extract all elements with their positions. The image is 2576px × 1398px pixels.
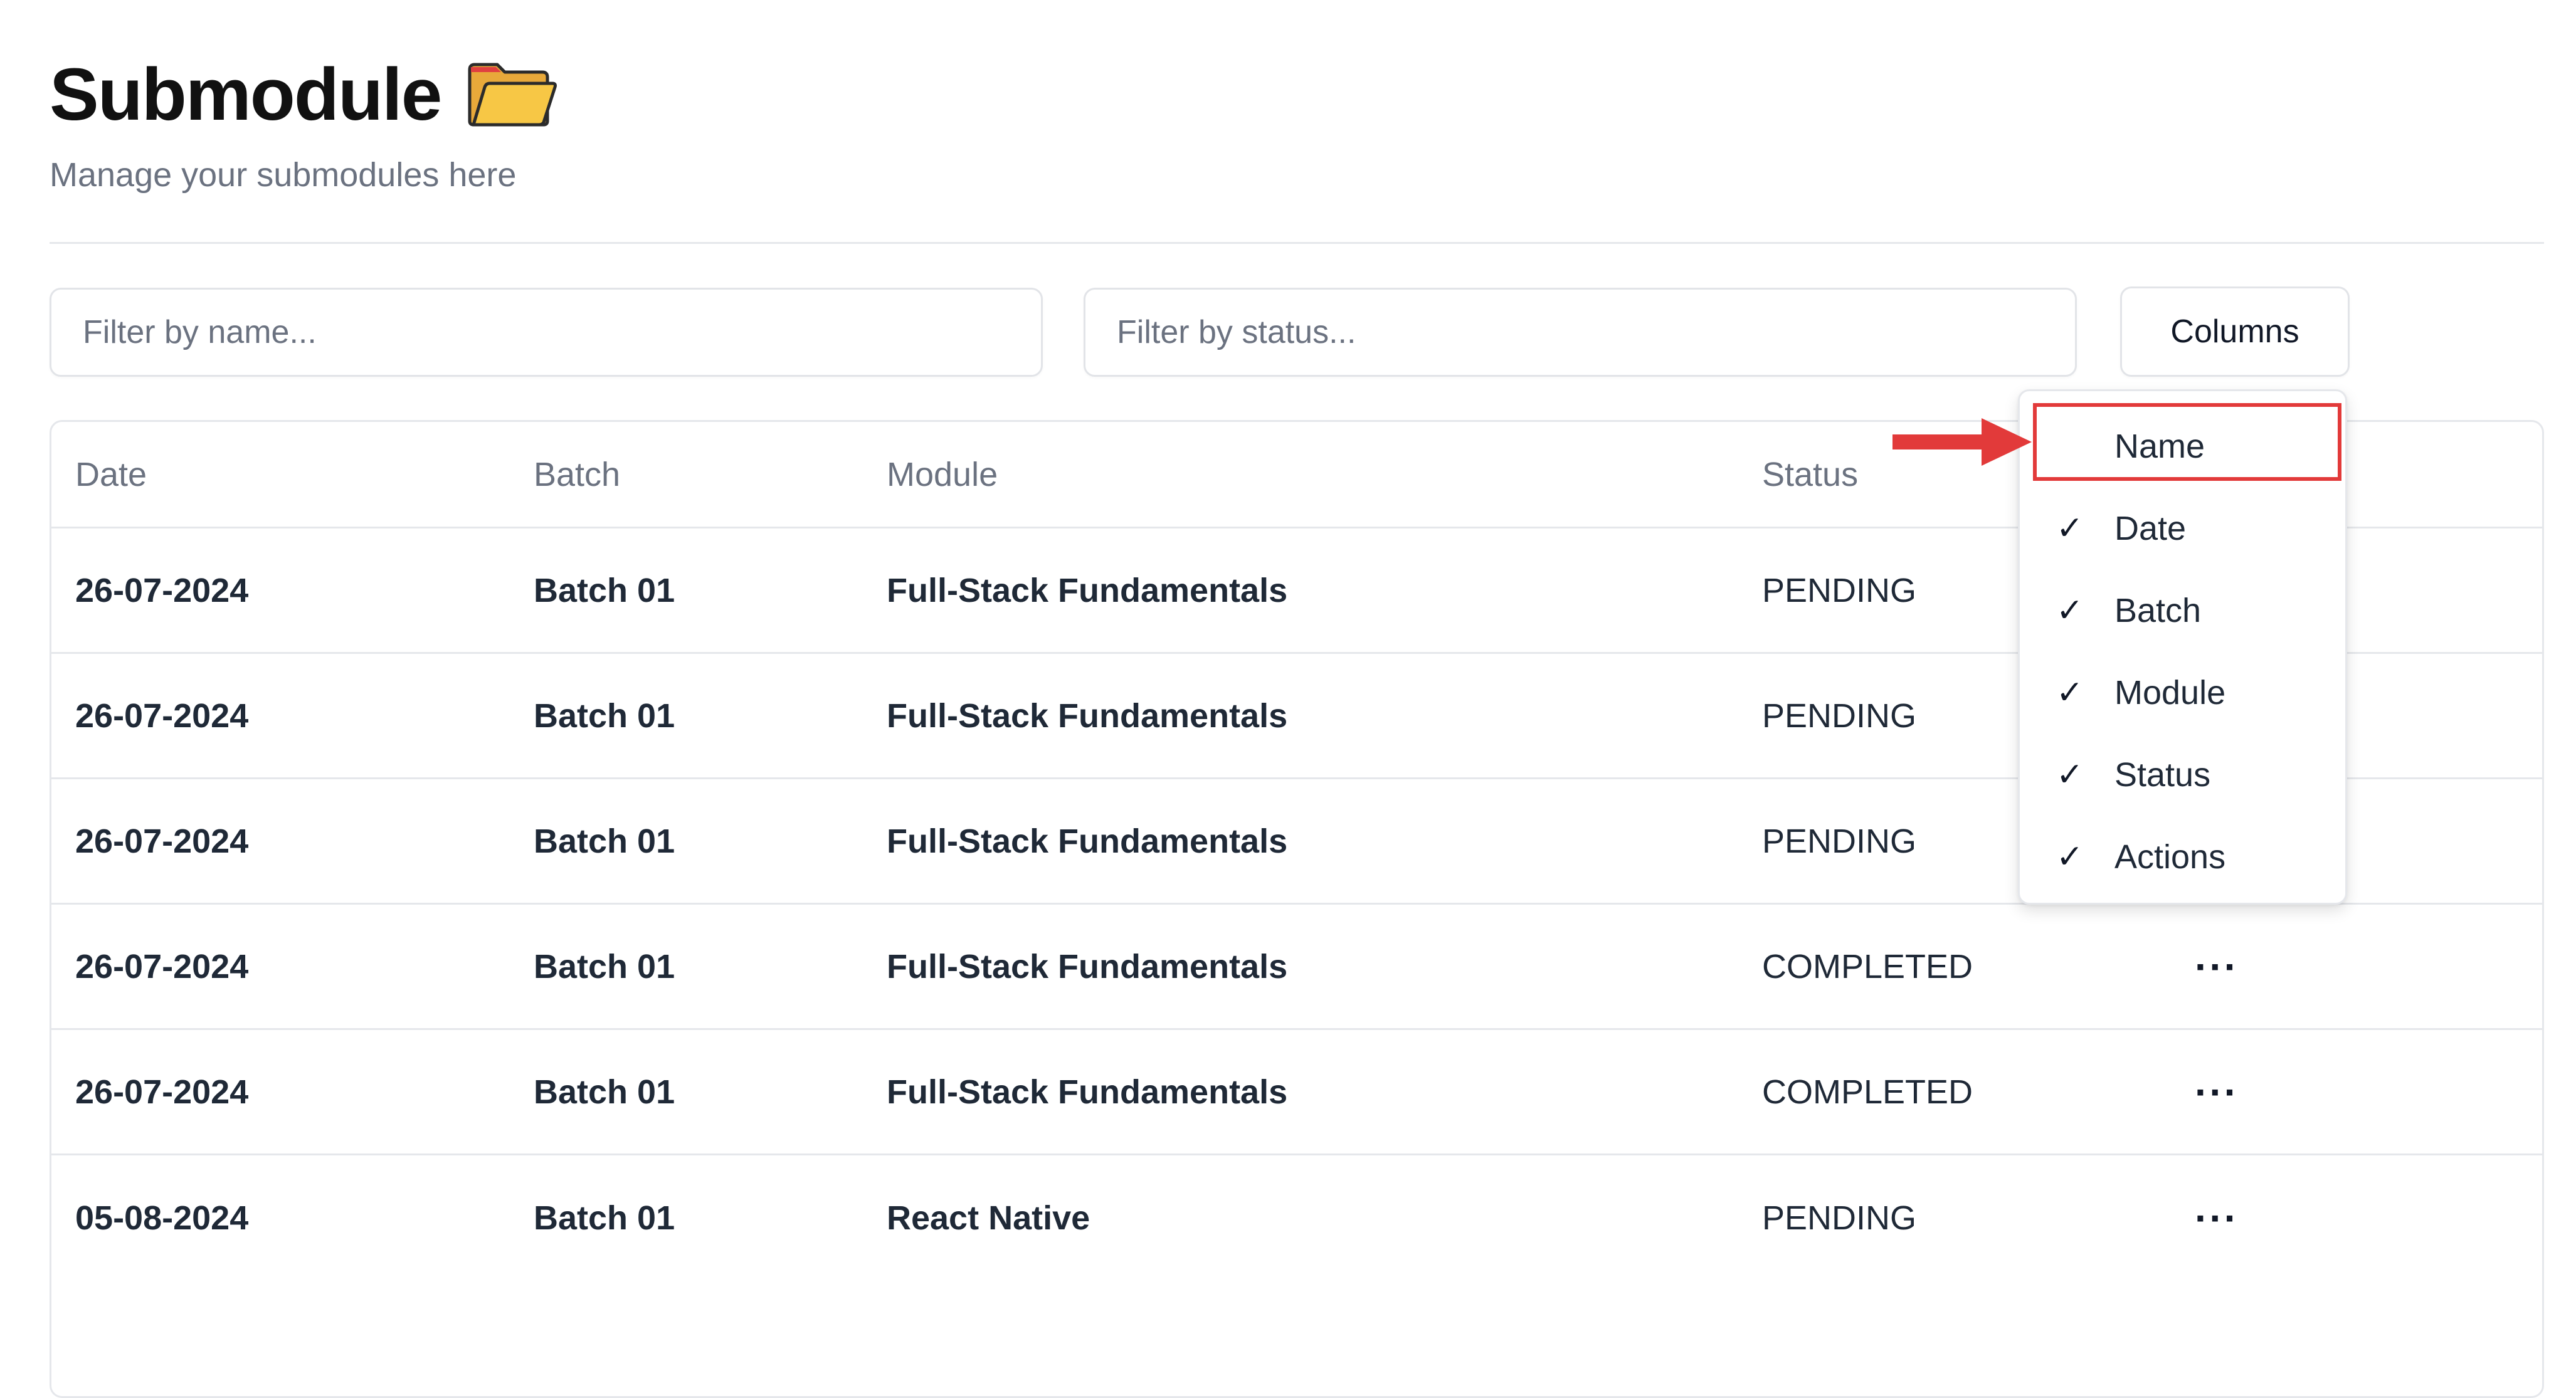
annotation-highlight-box bbox=[2033, 403, 2341, 481]
column-toggle-batch[interactable]: ✓ Batch bbox=[2020, 569, 2345, 651]
column-toggle-status[interactable]: ✓ Status bbox=[2020, 733, 2345, 816]
cell-status: PENDING bbox=[1762, 1199, 1917, 1237]
page: Submodule Manage your submodules here Co… bbox=[0, 0, 2576, 1398]
check-icon: ✓ bbox=[2056, 838, 2084, 875]
cell-batch: Batch 01 bbox=[534, 571, 675, 609]
more-horizontal-icon[interactable]: ··· bbox=[2195, 947, 2239, 987]
cell-status: COMPLETED bbox=[1762, 1073, 1973, 1111]
cell-module: Full-Stack Fundamentals bbox=[887, 571, 1288, 609]
folder-icon bbox=[467, 61, 557, 129]
check-icon: ✓ bbox=[2056, 592, 2084, 629]
cell-batch: Batch 01 bbox=[534, 822, 675, 860]
check-icon: ✓ bbox=[2056, 510, 2084, 547]
column-toggle-label: Actions bbox=[2114, 838, 2226, 876]
cell-batch: Batch 01 bbox=[534, 696, 675, 735]
title-row: Submodule bbox=[50, 58, 557, 132]
cell-batch: Batch 01 bbox=[534, 1073, 675, 1111]
column-toggle-label: Module bbox=[2114, 673, 2226, 712]
check-icon: ✓ bbox=[2056, 674, 2084, 711]
header-batch[interactable]: Batch bbox=[534, 422, 620, 527]
column-toggle-actions[interactable]: ✓ Actions bbox=[2020, 816, 2345, 898]
columns-button[interactable]: Columns bbox=[2120, 286, 2350, 377]
filter-name-input[interactable] bbox=[50, 288, 1043, 377]
cell-status: PENDING bbox=[1762, 822, 1917, 860]
table-row[interactable]: 26-07-2024 Batch 01 Full-Stack Fundament… bbox=[51, 1030, 2542, 1155]
header-module[interactable]: Module bbox=[887, 422, 998, 527]
cell-module: Full-Stack Fundamentals bbox=[887, 696, 1288, 735]
cell-module: Full-Stack Fundamentals bbox=[887, 1073, 1288, 1111]
column-toggle-label: Batch bbox=[2114, 591, 2202, 629]
page-title: Submodule bbox=[50, 53, 442, 136]
row-actions-button[interactable]: ··· bbox=[2195, 905, 2239, 1028]
cell-module: Full-Stack Fundamentals bbox=[887, 947, 1288, 985]
red-arrow-icon bbox=[1892, 418, 2032, 466]
filter-status-input[interactable] bbox=[1084, 288, 2077, 377]
cell-batch: Batch 01 bbox=[534, 1199, 675, 1237]
cell-module: React Native bbox=[887, 1199, 1090, 1237]
column-toggle-label: Date bbox=[2114, 509, 2187, 547]
cell-date: 26-07-2024 bbox=[75, 822, 249, 860]
cell-date: 26-07-2024 bbox=[75, 571, 249, 609]
header-divider bbox=[50, 242, 2544, 244]
cell-module: Full-Stack Fundamentals bbox=[887, 822, 1288, 860]
cell-date: 26-07-2024 bbox=[75, 1073, 249, 1111]
row-actions-button[interactable]: ··· bbox=[2195, 1030, 2239, 1154]
column-toggle-module[interactable]: ✓ Module bbox=[2020, 651, 2345, 733]
table-row[interactable]: 05-08-2024 Batch 01 React Native PENDING… bbox=[51, 1155, 2542, 1281]
cell-date: 26-07-2024 bbox=[75, 696, 249, 735]
check-icon: ✓ bbox=[2056, 756, 2084, 793]
column-toggle-label: Status bbox=[2114, 755, 2211, 794]
cell-status: PENDING bbox=[1762, 696, 1917, 735]
header-status[interactable]: Status bbox=[1762, 422, 1858, 527]
cell-status: PENDING bbox=[1762, 571, 1917, 609]
more-horizontal-icon[interactable]: ··· bbox=[2195, 1072, 2239, 1112]
column-toggle-date[interactable]: ✓ Date bbox=[2020, 487, 2345, 569]
cell-date: 05-08-2024 bbox=[75, 1199, 249, 1237]
page-subtitle: Manage your submodules here bbox=[50, 156, 517, 194]
header-date[interactable]: Date bbox=[75, 422, 147, 527]
cell-status: COMPLETED bbox=[1762, 947, 1973, 985]
more-horizontal-icon[interactable]: ··· bbox=[2195, 1198, 2239, 1238]
cell-date: 26-07-2024 bbox=[75, 947, 249, 985]
cell-batch: Batch 01 bbox=[534, 947, 675, 985]
table-row[interactable]: 26-07-2024 Batch 01 Full-Stack Fundament… bbox=[51, 905, 2542, 1030]
row-actions-button[interactable]: ··· bbox=[2195, 1155, 2239, 1281]
